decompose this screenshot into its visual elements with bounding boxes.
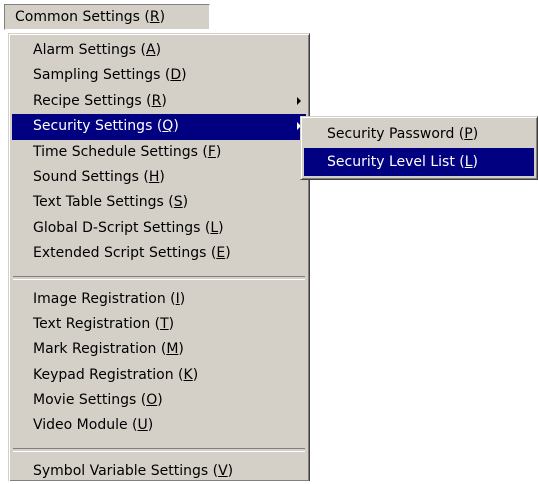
- menu-separator: [13, 447, 305, 452]
- menubar-common-settings[interactable]: Common Settings (R): [4, 4, 210, 30]
- menu-item-text-registration[interactable]: Text Registration (T): [9, 312, 309, 337]
- submenu-item-security-level-list[interactable]: Security Level List (L): [304, 148, 534, 176]
- security-settings-submenu: Security Password (P) Security Level Lis…: [300, 116, 538, 180]
- menu-item-image-registration[interactable]: Image Registration (I): [9, 287, 309, 312]
- menu-item-security-settings[interactable]: Security Settings (Q): [12, 114, 306, 140]
- menu-item-sampling-settings[interactable]: Sampling Settings (D): [9, 63, 309, 88]
- menubar-accel: R: [149, 9, 160, 25]
- menu-item-keypad-registration[interactable]: Keypad Registration (K): [9, 363, 309, 388]
- menu-item-extended-script-settings[interactable]: Extended Script Settings (E): [9, 241, 309, 266]
- submenu-item-security-password[interactable]: Security Password (P): [301, 120, 537, 148]
- menu-item-movie-settings[interactable]: Movie Settings (O): [9, 388, 309, 413]
- menu-item-alarm-settings[interactable]: Alarm Settings (A): [9, 38, 309, 63]
- menu-separator: [13, 275, 305, 280]
- menu-item-symbol-variable-settings[interactable]: Symbol Variable Settings (V): [9, 459, 309, 484]
- menu-item-text-table-settings[interactable]: Text Table Settings (S): [9, 190, 309, 215]
- submenu-arrow-icon: [297, 96, 301, 105]
- menu-item-mark-registration[interactable]: Mark Registration (M): [9, 337, 309, 362]
- menu-item-global-d-script-settings[interactable]: Global D-Script Settings (L): [9, 216, 309, 241]
- menu-item-time-schedule-settings[interactable]: Time Schedule Settings (F): [9, 140, 309, 165]
- menu-item-video-module[interactable]: Video Module (U): [9, 413, 309, 438]
- menubar-label: Common Settings (: [15, 9, 150, 25]
- menu-item-recipe-settings[interactable]: Recipe Settings (R): [9, 89, 309, 114]
- common-settings-menu: Alarm Settings (A) Sampling Settings (D)…: [8, 33, 310, 481]
- menu-item-sound-settings[interactable]: Sound Settings (H): [9, 165, 309, 190]
